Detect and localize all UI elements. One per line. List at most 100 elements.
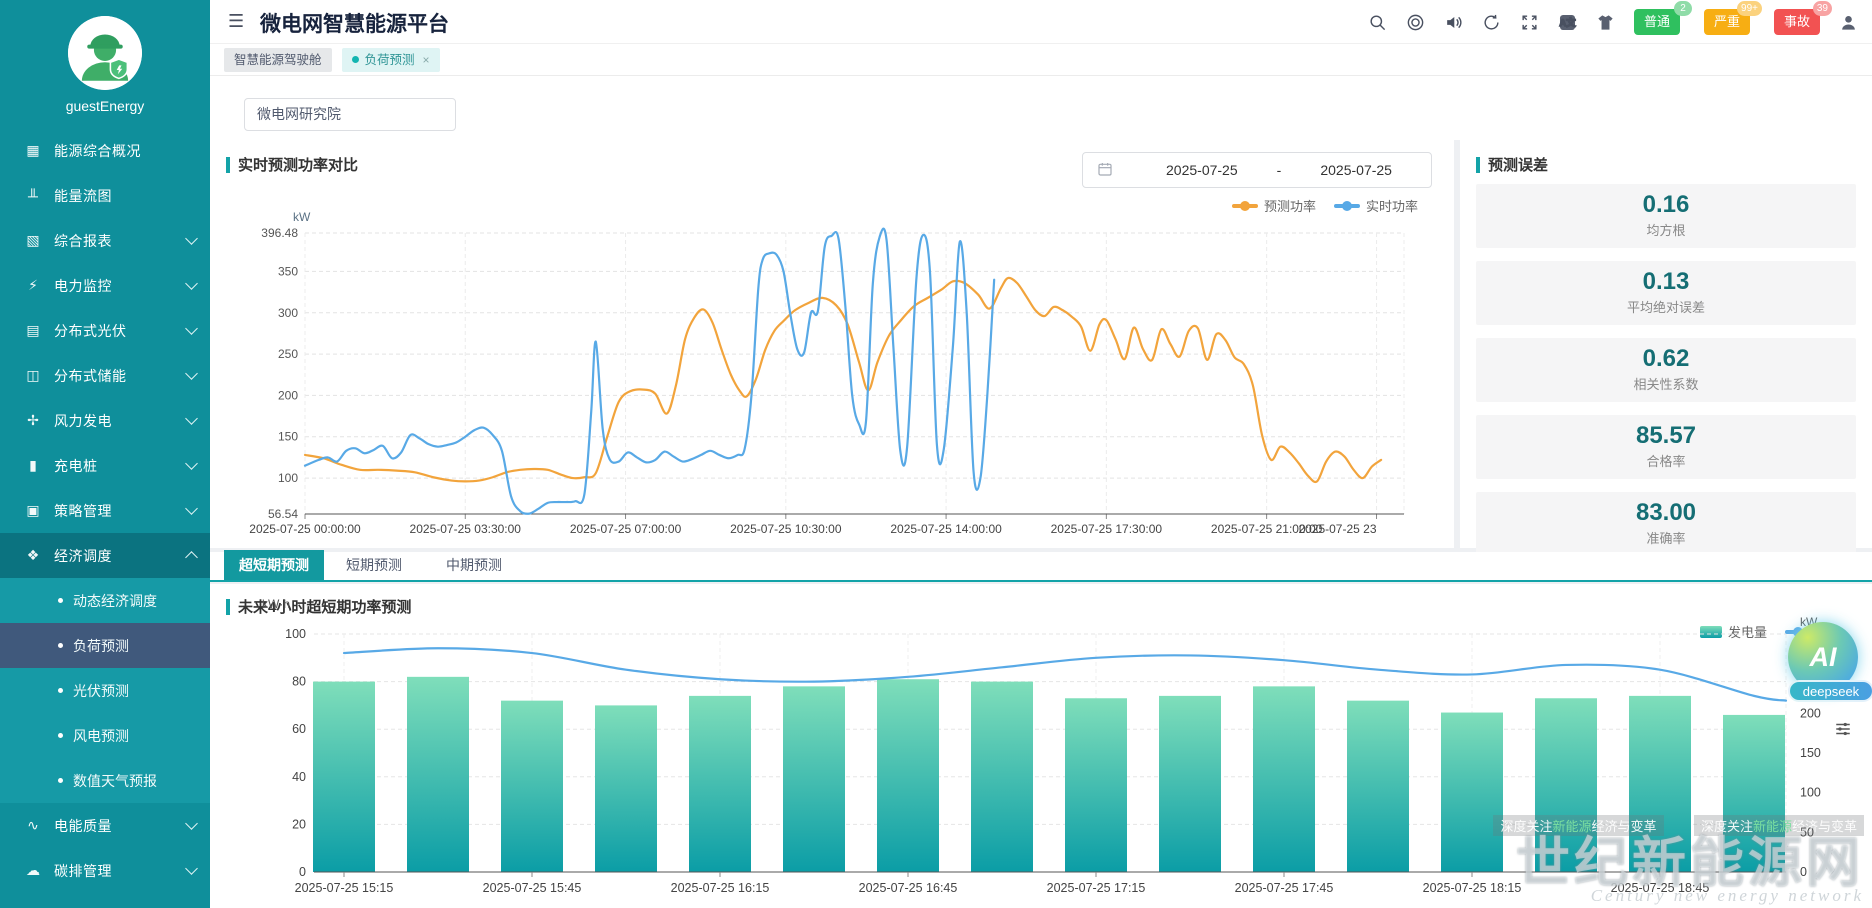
- sidebar-item-pv-forecast[interactable]: 光伏预测: [0, 668, 210, 713]
- svg-text:56.54: 56.54: [268, 507, 298, 521]
- tab-short-forecast[interactable]: 短期预测: [324, 550, 424, 580]
- bar-2025-07-25 16:30[interactable]: [783, 686, 845, 872]
- sidebar-item-wind-forecast[interactable]: 风电预测: [0, 713, 210, 758]
- svg-text:200: 200: [278, 388, 298, 402]
- sidebar-item-charging-pile[interactable]: ▮充电桩: [0, 443, 210, 488]
- svg-text:kW: kW: [293, 210, 311, 224]
- realtime-forecast-card: 实时预测功率对比 2025-07-25 - 2025-07-25 预测功率实时功…: [210, 140, 1454, 548]
- sidebar-item-energy-flow[interactable]: ╨能量流图: [0, 173, 210, 218]
- filter-strip: 微电网研究院: [210, 76, 1872, 140]
- alarm-buttons: 普通2 严重99+ 事故39: [1634, 9, 1820, 35]
- sidebar-item-label: 风力发电: [54, 411, 187, 431]
- svg-text:2025-07-25 00:00:00: 2025-07-25 00:00:00: [249, 522, 361, 536]
- date-end[interactable]: 2025-07-25: [1281, 162, 1431, 178]
- bar-2025-07-25 16:00[interactable]: [595, 705, 657, 872]
- search-icon[interactable]: [1368, 12, 1388, 32]
- metric-label: 相关性系数: [1476, 374, 1856, 393]
- sidebar-item-reports[interactable]: ▧综合报表: [0, 218, 210, 263]
- bullet-icon: [58, 598, 63, 603]
- error-metric-tiles: 0.16均方根 0.13平均绝对误差 0.62相关性系数 85.57 合格率 83.00准…: [1476, 184, 1856, 569]
- metric-value: 85.57: [1476, 423, 1856, 449]
- sidebar-item-carbon-management[interactable]: ☁碳排管理: [0, 848, 210, 893]
- tab-ultra-short-forecast[interactable]: 超短期预测: [224, 550, 324, 580]
- bar-2025-07-25 18:15[interactable]: [1441, 713, 1503, 872]
- close-icon[interactable]: ×: [423, 48, 430, 72]
- bar-2025-07-25 16:15[interactable]: [689, 696, 751, 872]
- chart-settings-icon[interactable]: [1834, 720, 1852, 743]
- svg-text:0: 0: [299, 865, 306, 879]
- ai-assistant-button[interactable]: AI deepseek: [1788, 622, 1872, 702]
- sidebar-item-label: 经济调度: [54, 546, 187, 566]
- header: ☰ 微电网智慧能源平台 A文 普通2严重99+事故39: [210, 0, 1872, 44]
- svg-text:300: 300: [278, 306, 298, 320]
- sidebar-item-label: 策略管理: [54, 501, 187, 521]
- app-root: guestEnergy ▦能源综合概况╨能量流图▧综合报表⚡电力监控▤分布式光伏…: [0, 0, 1872, 908]
- sidebar-item-label: 分布式储能: [54, 366, 187, 386]
- svg-text:100: 100: [278, 471, 298, 485]
- sidebar-item-dynamic-dispatch[interactable]: 动态经济调度: [0, 578, 210, 623]
- sidebar-item-distributed-storage[interactable]: ◫分布式储能: [0, 353, 210, 398]
- bullet-icon: [58, 733, 63, 738]
- sidebar-item-power-quality[interactable]: ∿电能质量: [0, 803, 210, 848]
- bar-2025-07-25 15:30[interactable]: [407, 677, 469, 872]
- tab-load-forecast[interactable]: 负荷预测×: [342, 48, 440, 72]
- bar-2025-07-25 15:45[interactable]: [501, 701, 563, 872]
- bar-2025-07-25 17:45[interactable]: [1253, 686, 1315, 872]
- bullet-icon: [58, 778, 63, 783]
- svg-text:60: 60: [292, 722, 306, 736]
- tab-mid-forecast[interactable]: 中期预测: [424, 550, 524, 580]
- support-icon[interactable]: [1406, 12, 1426, 32]
- svg-text:A文: A文: [1560, 17, 1577, 29]
- metric-label: 均方根: [1476, 220, 1856, 239]
- bar-2025-07-25 16:45[interactable]: [877, 679, 939, 872]
- user-icon[interactable]: [1838, 12, 1858, 32]
- sidebar-item-weather-forecast[interactable]: 数值天气预报: [0, 758, 210, 803]
- line-chart[interactable]: kW56.54100150200250300350396.482025-07-2…: [210, 200, 1454, 548]
- svg-text:2025-07-25 17:30:00: 2025-07-25 17:30:00: [1051, 522, 1163, 536]
- dispatch-icon: ❖: [24, 547, 42, 564]
- bar-chart[interactable]: kW·hkW0204060801000501001502002503002025…: [210, 590, 1872, 908]
- bar-2025-07-25 17:30[interactable]: [1159, 696, 1221, 872]
- collapse-menu-icon[interactable]: ☰: [228, 11, 244, 32]
- sidebar-item-power-monitor[interactable]: ⚡电力监控: [0, 263, 210, 308]
- bar-2025-07-25 15:15[interactable]: [313, 682, 375, 872]
- svg-text:2025-07-25 23: 2025-07-25 23: [1298, 522, 1376, 536]
- date-start[interactable]: 2025-07-25: [1127, 162, 1277, 178]
- bar-2025-07-25 17:15[interactable]: [1065, 698, 1127, 872]
- bar-2025-07-25 19:00[interactable]: [1723, 715, 1785, 872]
- ultra-short-forecast-card: 未来4小时超短期功率预测 发电量 kW·hkW02040608010005010…: [210, 584, 1872, 908]
- chevron-down-icon: [185, 367, 198, 380]
- sidebar-item-energy-overview[interactable]: ▦能源综合概况: [0, 128, 210, 173]
- tab-cockpit[interactable]: 智慧能源驾驶舱: [224, 48, 332, 72]
- org-select[interactable]: 微电网研究院: [244, 98, 456, 131]
- bar-2025-07-25 18:45[interactable]: [1629, 696, 1691, 872]
- username: guestEnergy: [0, 98, 210, 114]
- sidebar-item-distributed-pv[interactable]: ▤分布式光伏: [0, 308, 210, 353]
- metric-tile: 83.00准确率: [1476, 492, 1856, 556]
- sidebar-item-strategy[interactable]: ▣策略管理: [0, 488, 210, 533]
- sidebar-item-wind-power[interactable]: ✢风力发电: [0, 398, 210, 443]
- metric-label: 平均绝对误差: [1476, 297, 1856, 316]
- alarm-accident-button[interactable]: 事故39: [1774, 9, 1820, 35]
- metric-tile: 0.13平均绝对误差: [1476, 261, 1856, 325]
- volume-icon[interactable]: [1444, 12, 1464, 32]
- chevron-down-icon: [185, 322, 198, 335]
- refresh-icon[interactable]: [1482, 12, 1502, 32]
- metric-label: 合格率: [1476, 451, 1856, 470]
- date-range-picker[interactable]: 2025-07-25 - 2025-07-25: [1082, 152, 1432, 188]
- theme-shirt-icon[interactable]: [1596, 12, 1616, 32]
- alarm-severe-button[interactable]: 严重99+: [1704, 9, 1750, 35]
- fullscreen-icon[interactable]: [1520, 12, 1540, 32]
- sidebar-item-economic-dispatch[interactable]: ❖ 经济调度: [0, 533, 210, 578]
- bar-2025-07-25 17:00[interactable]: [971, 682, 1033, 872]
- metric-tile: 0.16均方根: [1476, 184, 1856, 248]
- bar-2025-07-25 18:00[interactable]: [1347, 701, 1409, 872]
- sidebar-item-load-forecast[interactable]: 负荷预测: [0, 623, 210, 668]
- calendar-icon: [1097, 161, 1113, 180]
- translate-icon[interactable]: A文: [1558, 12, 1578, 32]
- chevron-down-icon: [185, 817, 198, 830]
- svg-text:50: 50: [1800, 825, 1814, 839]
- metric-tile: 0.62相关性系数: [1476, 338, 1856, 402]
- bar-2025-07-25 18:30[interactable]: [1535, 698, 1597, 872]
- alarm-normal-button[interactable]: 普通2: [1634, 9, 1680, 35]
